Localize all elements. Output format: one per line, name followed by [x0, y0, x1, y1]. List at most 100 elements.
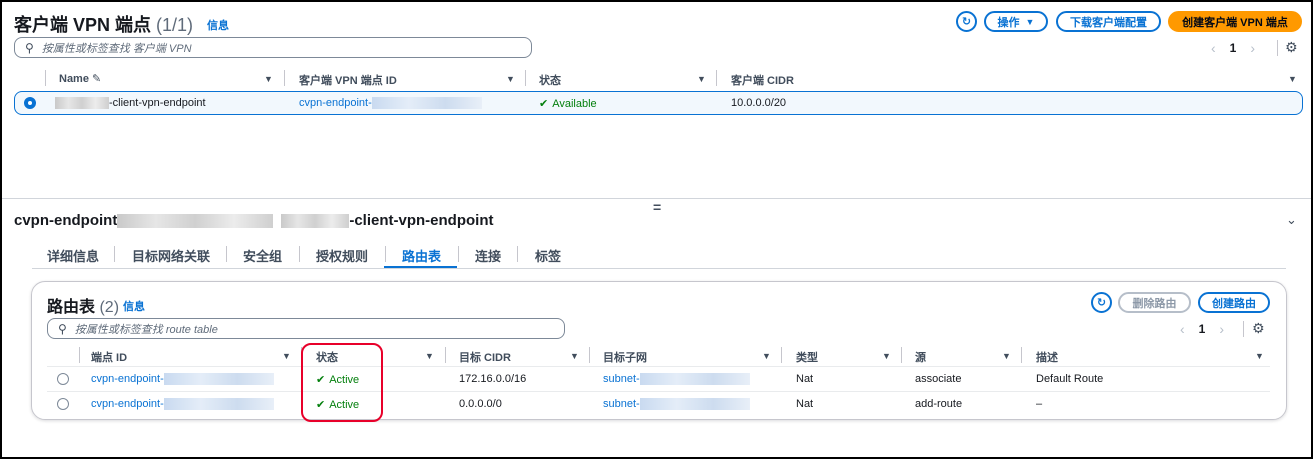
- tab-divider: [226, 246, 227, 262]
- tab-tags[interactable]: 标签: [535, 246, 561, 265]
- tab-divider: [385, 246, 386, 262]
- status-badge: ✔ Available: [539, 97, 597, 111]
- route-info-link[interactable]: 信息: [123, 298, 145, 314]
- delete-route-button[interactable]: 删除路由: [1118, 292, 1191, 313]
- refresh-button[interactable]: ↻: [956, 11, 977, 32]
- tab-target-networks[interactable]: 目标网络关联: [132, 246, 210, 265]
- tab-route-table[interactable]: 路由表: [402, 246, 441, 265]
- description-cell: Default Route: [1036, 373, 1104, 385]
- sort-caret-icon[interactable]: ▼: [882, 351, 891, 361]
- sort-caret-icon[interactable]: ▼: [570, 351, 579, 361]
- search-icon: ⚲: [58, 321, 67, 336]
- sort-caret-icon[interactable]: ▼: [1002, 351, 1011, 361]
- subnet-prefix: subnet-: [603, 398, 640, 410]
- column-divider: [589, 347, 590, 363]
- table-row-selected[interactable]: [14, 91, 1303, 115]
- tab-details[interactable]: 详细信息: [47, 246, 99, 265]
- column-header-status[interactable]: 状态: [539, 72, 561, 88]
- sort-caret-icon[interactable]: ▼: [506, 74, 515, 84]
- column-header-description[interactable]: 描述: [1036, 349, 1058, 365]
- subnet-link[interactable]: subnet-: [603, 398, 750, 411]
- tab-connections[interactable]: 连接: [475, 246, 501, 265]
- row-radio-selected[interactable]: [24, 97, 36, 109]
- splitter-handle[interactable]: =: [653, 199, 661, 215]
- redacted-name: [55, 97, 109, 110]
- endpoint-pagination: ‹ 1 ›: [1211, 40, 1255, 56]
- column-name-label: Name: [59, 73, 89, 85]
- redacted-subnet-id: [639, 373, 750, 386]
- endpoint-id-link[interactable]: cvpn-endpoint-: [299, 97, 482, 110]
- sort-caret-icon[interactable]: ▼: [762, 351, 771, 361]
- route-endpoint-link[interactable]: cvpn-endpoint-: [91, 398, 274, 411]
- column-header-source[interactable]: 源: [915, 349, 926, 365]
- column-header-type[interactable]: 类型: [796, 349, 818, 365]
- page-title-text: 客户端 VPN 端点: [14, 15, 152, 35]
- caret-down-icon: ▼: [1025, 16, 1035, 27]
- sort-caret-icon[interactable]: ▼: [1255, 351, 1264, 361]
- column-header-endpoint-id[interactable]: 客户端 VPN 端点 ID: [299, 72, 397, 88]
- column-divider: [525, 70, 526, 86]
- prev-page-icon[interactable]: ‹: [1211, 40, 1216, 56]
- route-endpoint-link[interactable]: cvpn-endpoint-: [91, 373, 274, 386]
- redacted-endpoint-id: [371, 97, 482, 110]
- sort-caret-icon[interactable]: ▼: [264, 74, 273, 84]
- route-refresh-button[interactable]: ↻: [1091, 292, 1112, 313]
- search-icon: ⚲: [25, 40, 34, 55]
- page-title: 客户端 VPN 端点 (1/1): [14, 11, 193, 37]
- tab-divider: [299, 246, 300, 262]
- tab-divider: [458, 246, 459, 262]
- create-route-button[interactable]: 创建路由: [1198, 292, 1270, 313]
- type-cell: Nat: [796, 398, 814, 410]
- next-page-icon[interactable]: ›: [1250, 40, 1255, 56]
- route-current-page[interactable]: 1: [1199, 322, 1206, 336]
- column-divider: [284, 70, 285, 86]
- route-settings-gear-icon[interactable]: ⚙: [1252, 320, 1265, 337]
- next-page-icon[interactable]: ›: [1219, 321, 1224, 337]
- collapse-chevron-icon[interactable]: ⌄: [1286, 212, 1297, 228]
- endpoint-search[interactable]: ⚲ 按属性或标签查找 客户端 VPN: [14, 37, 532, 58]
- column-divider: [445, 347, 446, 363]
- source-cell: add-route: [915, 398, 963, 410]
- actions-label: 操作: [997, 16, 1020, 29]
- column-header-target-subnet[interactable]: 目标子网: [603, 349, 647, 365]
- create-endpoint-button[interactable]: 创建客户端 VPN 端点: [1168, 11, 1302, 32]
- endpoint-id-prefix: cvpn-endpoint-: [299, 97, 372, 109]
- actions-button[interactable]: 操作 ▼: [984, 11, 1048, 32]
- column-divider: [901, 347, 902, 363]
- tab-security-groups[interactable]: 安全组: [243, 246, 282, 265]
- sort-caret-icon[interactable]: ▼: [697, 74, 706, 84]
- sort-caret-icon[interactable]: ▼: [1288, 74, 1297, 84]
- pager-divider: [1243, 321, 1244, 337]
- sort-caret-icon[interactable]: ▼: [425, 351, 434, 361]
- column-header-name[interactable]: Name ✎: [59, 72, 101, 85]
- type-cell: Nat: [796, 373, 814, 385]
- download-config-button[interactable]: 下载客户端配置: [1056, 11, 1161, 32]
- column-header-client-cidr[interactable]: 客户端 CIDR: [731, 72, 794, 88]
- sort-caret-icon[interactable]: ▼: [282, 351, 291, 361]
- row-radio[interactable]: [57, 398, 69, 410]
- route-pagination: ‹ 1 ›: [1180, 321, 1224, 337]
- status-text: Available: [552, 97, 597, 110]
- column-header-dest-cidr[interactable]: 目标 CIDR: [459, 349, 511, 365]
- prev-page-icon[interactable]: ‹: [1180, 321, 1185, 337]
- route-endpoint-prefix: cvpn-endpoint-: [91, 373, 164, 385]
- detail-title-suffix: -client-vpn-endpoint: [349, 212, 494, 229]
- route-table-title: 路由表 (2): [47, 293, 119, 317]
- row-radio[interactable]: [57, 373, 69, 385]
- dest-cidr-cell: 172.16.0.0/16: [459, 373, 527, 385]
- route-search[interactable]: ⚲ 按属性或标签查找 route table: [47, 318, 565, 339]
- pager-divider: [1277, 40, 1278, 56]
- settings-gear-icon[interactable]: ⚙: [1285, 39, 1298, 56]
- status-highlight-annotation: [301, 343, 383, 422]
- refresh-icon: ↻: [961, 16, 972, 28]
- endpoint-name-cell: -client-vpn-endpoint: [55, 97, 206, 110]
- current-page[interactable]: 1: [1230, 41, 1237, 55]
- tab-authorization-rules[interactable]: 授权规则: [316, 246, 368, 265]
- redacted-endpoint-id: [163, 373, 274, 386]
- subnet-link[interactable]: subnet-: [603, 373, 750, 386]
- endpoint-name-suffix: -client-vpn-endpoint: [109, 97, 206, 109]
- info-link[interactable]: 信息: [207, 17, 229, 33]
- column-header-endpoint[interactable]: 端点 ID: [91, 349, 127, 365]
- tab-divider: [114, 246, 115, 262]
- route-search-placeholder: 按属性或标签查找 route table: [74, 323, 218, 336]
